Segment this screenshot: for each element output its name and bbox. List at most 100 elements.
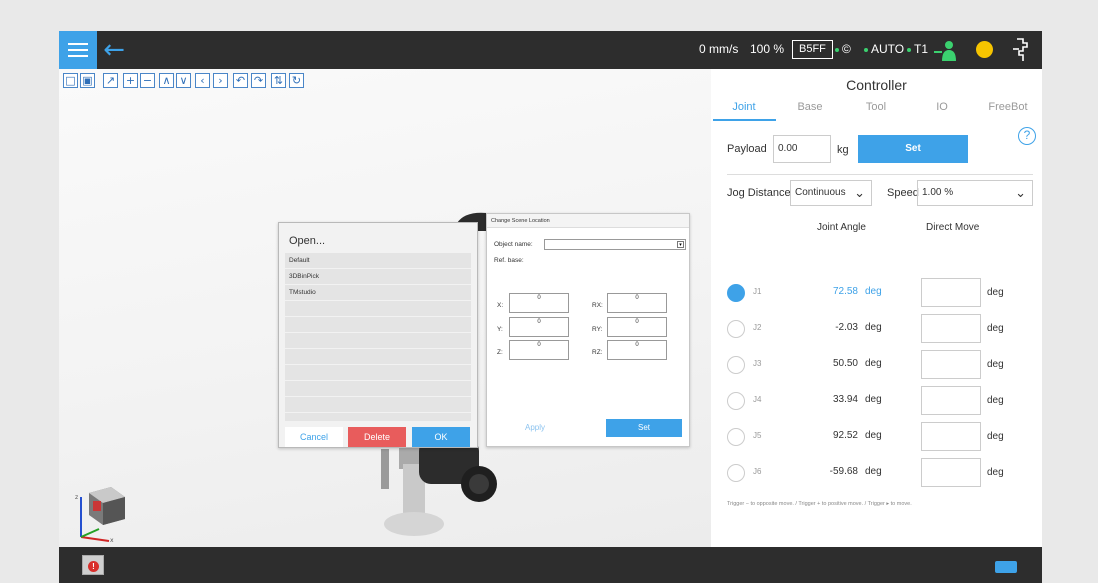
joint-select-radio[interactable] (727, 428, 745, 446)
tab-tool[interactable]: Tool (843, 101, 909, 113)
rotate-down-icon[interactable]: ∨ (176, 73, 191, 88)
direct-move-unit: deg (987, 467, 1004, 478)
direct-move-input[interactable] (921, 314, 981, 343)
rz-label: RZ: (592, 349, 603, 356)
direct-move-input[interactable] (921, 458, 981, 487)
chevron-down-icon: ⌄ (1015, 185, 1026, 200)
direct-move-input[interactable] (921, 386, 981, 415)
ref-base-label: Ref. base: (494, 257, 524, 264)
dropdown-arrow-icon: ▾ (677, 241, 684, 248)
tab-base[interactable]: Base (777, 101, 843, 113)
bottom-bar: ! (59, 547, 1042, 583)
z-input[interactable]: 0 (509, 340, 569, 360)
change-scene-location-dialog: Change Scene Location Object name: ▾ Ref… (486, 213, 690, 447)
speed-select[interactable]: 1.00 % ⌄ (917, 180, 1033, 206)
file-list[interactable]: Default 3DBinPick TMstudio (285, 253, 471, 421)
mode-dot (864, 48, 868, 52)
jog-distance-value: Continuous (795, 187, 846, 198)
apply-button[interactable]: Apply (497, 419, 573, 437)
file-item[interactable]: Default (285, 253, 471, 269)
operator-icon[interactable] (934, 40, 958, 62)
y-label: Y: (497, 326, 503, 333)
joint-angle-value: 92.52 (832, 430, 858, 441)
payload-input[interactable]: 0.00 (773, 135, 831, 163)
tilt-icon[interactable]: ⇅ (271, 73, 286, 88)
speed-percent[interactable]: 100 % (750, 42, 784, 56)
payload-set-button[interactable]: Set (858, 135, 968, 163)
speed-value: 1.00 % (922, 187, 954, 198)
joint-select-radio[interactable] (727, 392, 745, 410)
joint-row: J2 -2.03 deg deg (711, 314, 1042, 344)
delete-button[interactable]: Delete (348, 427, 406, 447)
view-top-icon[interactable]: ▣ (80, 73, 95, 88)
error-icon: ! (88, 561, 99, 572)
payload-label: Payload (727, 143, 767, 155)
zoom-out-icon[interactable]: − (140, 73, 155, 88)
rotate-left-icon[interactable]: ‹ (195, 73, 210, 88)
turn-right-icon[interactable]: ↷ (251, 73, 266, 88)
robot-stick-icon[interactable] (1009, 37, 1031, 63)
file-item[interactable]: TMstudio (285, 285, 471, 301)
rotate-right-icon[interactable]: › (213, 73, 228, 88)
z-axis-label: z (75, 494, 78, 501)
joint-name: J6 (753, 467, 762, 476)
joint-angle-value: 72.58 (832, 286, 858, 297)
object-name-label: Object name: (494, 241, 533, 248)
back-arrow-icon[interactable]: ← (99, 35, 129, 65)
scene-set-button[interactable]: Set (606, 419, 682, 437)
operation-level[interactable]: T1 (914, 42, 928, 56)
measure-icon[interactable]: ↗ (103, 73, 118, 88)
joint-select-radio[interactable] (727, 284, 745, 302)
ok-button[interactable]: OK (412, 427, 470, 447)
direct-move-unit: deg (987, 323, 1004, 334)
rotate-up-icon[interactable]: ∧ (159, 73, 174, 88)
rx-label: RX: (592, 302, 603, 309)
zoom-in-icon[interactable]: + (123, 73, 138, 88)
help-icon[interactable]: ? (1018, 127, 1036, 145)
alert-icon[interactable]: ! (82, 555, 104, 575)
rz-input[interactable]: 0 (607, 340, 667, 360)
controller-panel: Controller Joint Base Tool IO FreeBot ? … (711, 69, 1042, 547)
object-name-select[interactable]: ▾ (544, 239, 686, 250)
joint-select-radio[interactable] (727, 464, 745, 482)
tab-io[interactable]: IO (909, 101, 975, 113)
jog-distance-select[interactable]: Continuous ⌄ (790, 180, 872, 206)
direct-move-input[interactable] (921, 350, 981, 379)
joint-angle-value: -59.68 (829, 466, 858, 477)
file-row-empty (285, 301, 471, 317)
open-dialog-title: Open... (289, 235, 326, 247)
joint-angle-unit: deg (865, 466, 882, 477)
axis-gizmo[interactable]: z x (73, 479, 133, 543)
joint-angle-value: 33.94 (832, 394, 858, 405)
file-item[interactable]: 3DBinPick (285, 269, 471, 285)
direct-move-unit: deg (987, 395, 1004, 406)
rx-input[interactable]: 0 (607, 293, 667, 313)
joint-row: J6 -59.68 deg deg (711, 458, 1042, 488)
tab-joint[interactable]: Joint (711, 101, 777, 113)
tab-freebot[interactable]: FreeBot (975, 101, 1041, 113)
divider (727, 174, 1033, 175)
joint-select-radio[interactable] (727, 356, 745, 374)
mode-label[interactable]: AUTO (871, 42, 904, 56)
ry-input[interactable]: 0 (607, 317, 667, 337)
flip-icon[interactable]: ↻ (289, 73, 304, 88)
direct-move-unit: deg (987, 287, 1004, 298)
joint-angle-value: 50.50 (832, 358, 858, 369)
x-axis-label: x (110, 537, 114, 543)
direct-move-input[interactable] (921, 278, 981, 307)
keyboard-icon[interactable] (995, 561, 1017, 573)
turn-left-icon[interactable]: ↶ (233, 73, 248, 88)
cancel-button[interactable]: Cancel (285, 427, 343, 447)
project-code: B5FF (799, 43, 826, 55)
status-light-icon[interactable] (976, 41, 993, 58)
joint-angle-unit: deg (865, 430, 882, 441)
menu-icon[interactable] (59, 31, 97, 69)
3d-viewport[interactable]: □ ▣ ↗ + − ∧ ∨ ‹ › ↶ ↷ ⇅ ↻ Open... Default 3DBinPick (59, 69, 711, 547)
project-code-badge[interactable]: B5FF (792, 40, 833, 59)
direct-move-input[interactable] (921, 422, 981, 451)
x-input[interactable]: 0 (509, 293, 569, 313)
y-input[interactable]: 0 (509, 317, 569, 337)
jog-distance-label: Jog Distance (727, 187, 791, 199)
joint-select-radio[interactable] (727, 320, 745, 338)
view-front-icon[interactable]: □ (63, 73, 78, 88)
